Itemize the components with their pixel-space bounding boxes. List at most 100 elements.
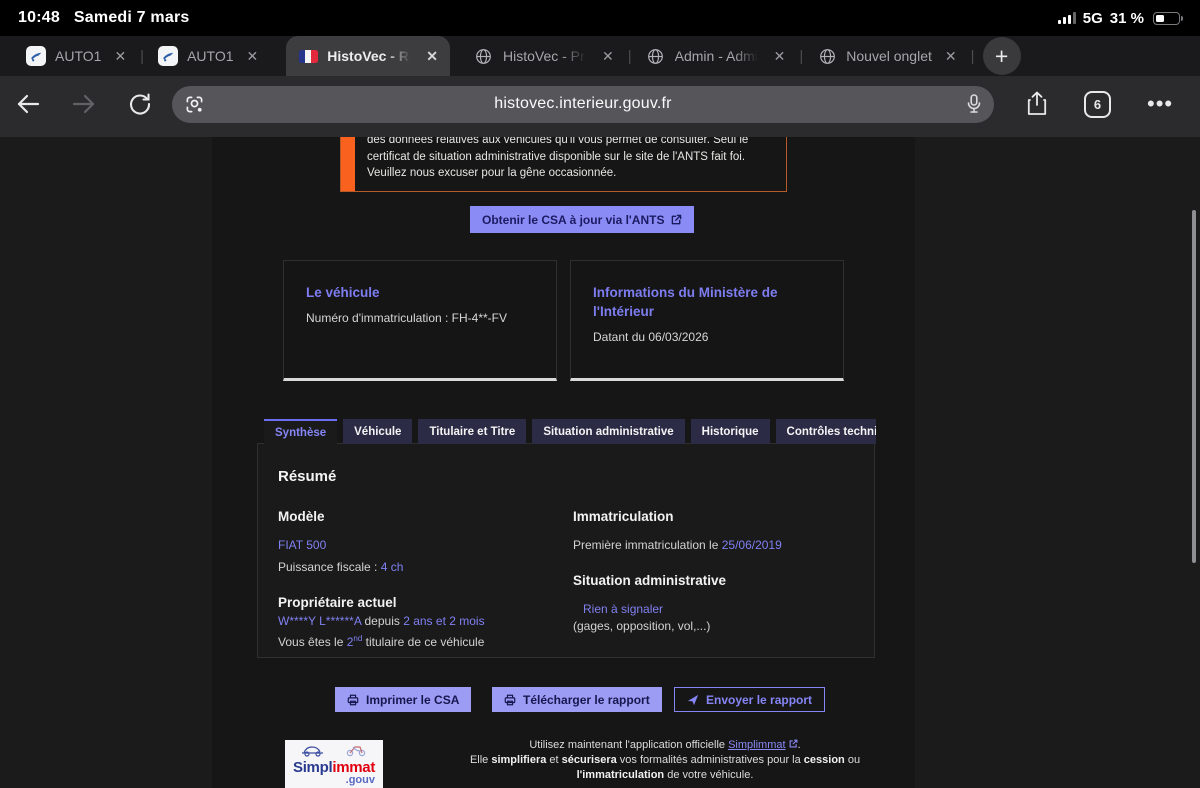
url-bar[interactable]: histovec.interieur.gouv.fr	[172, 85, 994, 123]
warning-banner: des données relatives aux véhicules qu'i…	[340, 132, 787, 192]
browser-tab-title: AUTO1	[55, 48, 102, 64]
close-icon[interactable]: ✕	[110, 46, 130, 67]
fiscal-power-label: Puissance fiscale :	[278, 560, 381, 574]
fiscal-power-value: 4 ch	[380, 560, 404, 574]
vehicle-card-body: Numéro d'immatriculation : FH-4**-FV	[306, 311, 508, 325]
globe-icon	[817, 46, 837, 66]
back-icon[interactable]	[0, 93, 56, 115]
csa-ants-button[interactable]: Obtenir le CSA à jour via l'ANTS	[470, 206, 695, 233]
footer-text: Utilisez maintenant l'application offici…	[400, 738, 930, 783]
battery-percent: 31 %	[1109, 9, 1144, 27]
browser-tab-admin[interactable]: Admin - Admin ✕	[634, 36, 798, 76]
model-name-link[interactable]: FIAT 500	[278, 538, 326, 552]
owner-since-label: depuis	[361, 614, 404, 628]
warning-accent-bar	[341, 132, 355, 191]
close-icon[interactable]: ✕	[243, 46, 263, 67]
tab-historique[interactable]: Historique	[690, 419, 770, 444]
first-registration-label: Première immatriculation le	[573, 538, 722, 552]
tab-controles-techniques[interactable]: Contrôles techniques	[775, 419, 876, 444]
scrollbar-thumb[interactable]	[1192, 210, 1196, 563]
tab-count-button[interactable]: 6	[1084, 90, 1111, 118]
download-report-label: Télécharger le rapport	[523, 692, 650, 707]
logo-text-gouv: .gouv	[345, 774, 375, 786]
clock: 10:48	[18, 9, 60, 26]
send-report-label: Envoyer le rapport	[706, 692, 813, 707]
browser-tab-histovec-pro[interactable]: HistoVec - Pro ✕	[462, 36, 626, 76]
footer-line1-prefix: Utilisez maintenant l'application offici…	[529, 739, 729, 751]
globe-icon	[646, 46, 666, 66]
browser-tab-auto1-2[interactable]: AUTO1 ✕	[146, 36, 270, 76]
situation-note: (gages, opposition, vol,...)	[573, 619, 711, 633]
browser-tab-histovec-active[interactable]: HistoVec - Rap ✕	[286, 36, 450, 76]
footer-line1-suffix: .	[797, 739, 801, 751]
browser-tab-title: Admin - Admin	[674, 48, 761, 64]
menu-icon[interactable]: •••	[1147, 93, 1173, 115]
tab-count-label: 6	[1084, 90, 1111, 118]
close-icon[interactable]: ✕	[598, 46, 618, 67]
ministry-card: Informations du Ministère de l'Intérieur…	[570, 260, 844, 381]
synthese-panel: Résumé Modèle FIAT 500 Puissance fiscale…	[257, 443, 875, 658]
close-icon[interactable]: ✕	[770, 46, 790, 67]
footer-line3: de votre véhicule.	[664, 769, 754, 781]
url-text[interactable]: histovec.interieur.gouv.fr	[172, 95, 994, 113]
situation-status: Rien à signaler	[583, 602, 664, 616]
print-csa-label: Imprimer le CSA	[366, 692, 460, 707]
mic-icon[interactable]	[967, 94, 981, 114]
printer-icon	[347, 694, 359, 706]
browser-tab-title: AUTO1	[187, 48, 234, 64]
status-bar: 10:48 Samedi 7 mars 5G 31 %	[0, 0, 1200, 36]
lens-icon[interactable]	[185, 95, 204, 114]
vehicle-card-title: Le véhicule	[306, 285, 380, 300]
first-registration-date: 25/06/2019	[721, 538, 782, 552]
page-content: des données relatives aux véhicules qu'i…	[0, 132, 1200, 788]
external-link-icon	[789, 739, 798, 748]
footer-bold: cession	[803, 754, 845, 766]
footer-line2: vos formalités administratives pour la	[616, 754, 804, 766]
browser-tab-title: HistoVec - Pro	[502, 48, 589, 64]
auto1-favicon	[158, 46, 179, 66]
owner-since-value: 2 ans et 2 mois	[403, 614, 485, 628]
csa-ants-label: Obtenir le CSA à jour via l'ANTS	[482, 212, 665, 227]
tab-vehicule[interactable]: Véhicule	[343, 419, 413, 444]
external-link-icon	[671, 214, 682, 225]
download-report-button[interactable]: Télécharger le rapport	[492, 687, 662, 712]
network-type: 5G	[1082, 9, 1103, 27]
battery-icon	[1153, 11, 1183, 25]
resume-heading: Résumé	[278, 468, 337, 485]
owner-rank-ordinal: nd	[353, 634, 363, 643]
logo-text-simpl: Simpl	[292, 759, 333, 776]
browser-tab-title: HistoVec - Rap	[327, 48, 414, 64]
reload-icon[interactable]	[112, 92, 168, 116]
browser-tab-title: Nouvel onglet	[846, 48, 932, 64]
simplimmat-logo: Simplimmat .gouv	[285, 740, 383, 788]
print-csa-button[interactable]: Imprimer le CSA	[335, 687, 472, 712]
report-tabs: Synthèse Véhicule Titulaire et Titre Sit…	[264, 419, 876, 444]
page-top-strip	[0, 132, 1200, 137]
tab-divider: |	[799, 47, 804, 65]
status-date: Samedi 7 mars	[73, 9, 190, 26]
ministry-card-title: Informations du Ministère de l'Intérieur	[593, 285, 778, 319]
footer-line2: ou	[844, 754, 861, 766]
tab-divider: |	[970, 47, 975, 65]
forward-icon[interactable]	[56, 93, 112, 115]
tab-divider: |	[140, 47, 145, 65]
browser-tab-nouvel-onglet[interactable]: Nouvel onglet ✕	[805, 36, 968, 76]
tab-titulaire-titre[interactable]: Titulaire et Titre	[418, 419, 527, 444]
signal-icon	[1057, 12, 1076, 24]
send-report-button[interactable]: Envoyer le rapport	[674, 687, 826, 712]
ministry-card-body: Datant du 06/03/2026	[593, 330, 709, 344]
globe-icon	[474, 46, 494, 66]
car-moto-doodle	[302, 746, 366, 757]
report-actions: Imprimer le CSA Télécharger le rapport E…	[0, 687, 1200, 714]
browser-tab-auto1-1[interactable]: AUTO1 ✕	[14, 36, 138, 76]
close-icon[interactable]: ✕	[422, 46, 442, 67]
simplimmat-link[interactable]: Simplimmat	[728, 739, 785, 751]
model-heading: Modèle	[278, 509, 325, 524]
owner-rank-prefix: Vous êtes le	[278, 635, 347, 649]
send-icon	[687, 694, 699, 706]
close-icon[interactable]: ✕	[941, 46, 961, 67]
tab-situation-administrative[interactable]: Situation administrative	[532, 419, 685, 444]
share-icon[interactable]	[1026, 91, 1048, 117]
tab-synthese[interactable]: Synthèse	[264, 419, 338, 444]
new-tab-button[interactable]: +	[982, 37, 1021, 75]
